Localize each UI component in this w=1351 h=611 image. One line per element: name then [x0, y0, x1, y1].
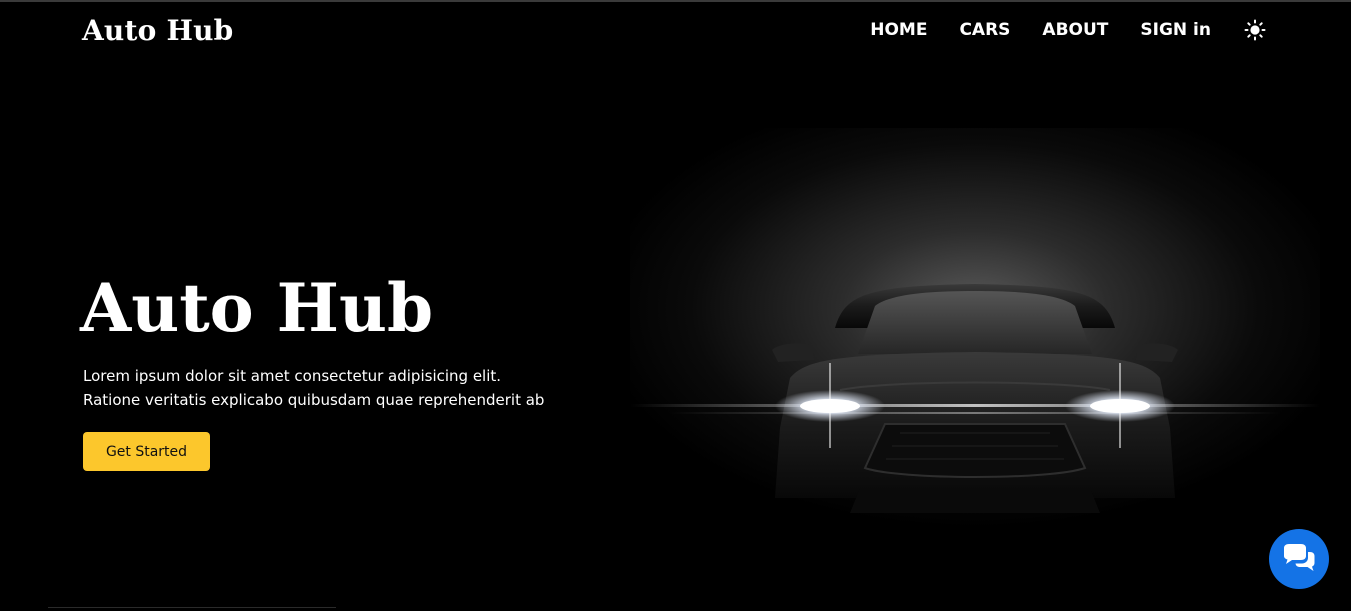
nav-sign-in-link[interactable]: SIGN in	[1140, 20, 1211, 40]
theme-toggle-button[interactable]	[1243, 18, 1267, 42]
nav-home-link[interactable]: HOME	[870, 20, 927, 40]
nav-cars-link[interactable]: CARS	[959, 20, 1010, 40]
brand-logo[interactable]: Auto Hub	[82, 14, 233, 47]
main-nav: HOME CARS ABOUT SIGN in	[870, 18, 1267, 42]
hero-title: Auto Hub	[80, 269, 434, 347]
bottom-divider	[48, 607, 336, 608]
top-border	[0, 0, 1351, 2]
chat-button[interactable]	[1269, 529, 1329, 589]
car-front-headlights-image	[630, 128, 1320, 528]
nav-about-link[interactable]: ABOUT	[1042, 20, 1108, 40]
hero-description: Lorem ipsum dolor sit amet consectetur a…	[83, 367, 545, 409]
get-started-button[interactable]: Get Started	[83, 432, 210, 471]
sun-icon	[1244, 19, 1266, 41]
chat-bubbles-icon	[1284, 544, 1315, 571]
